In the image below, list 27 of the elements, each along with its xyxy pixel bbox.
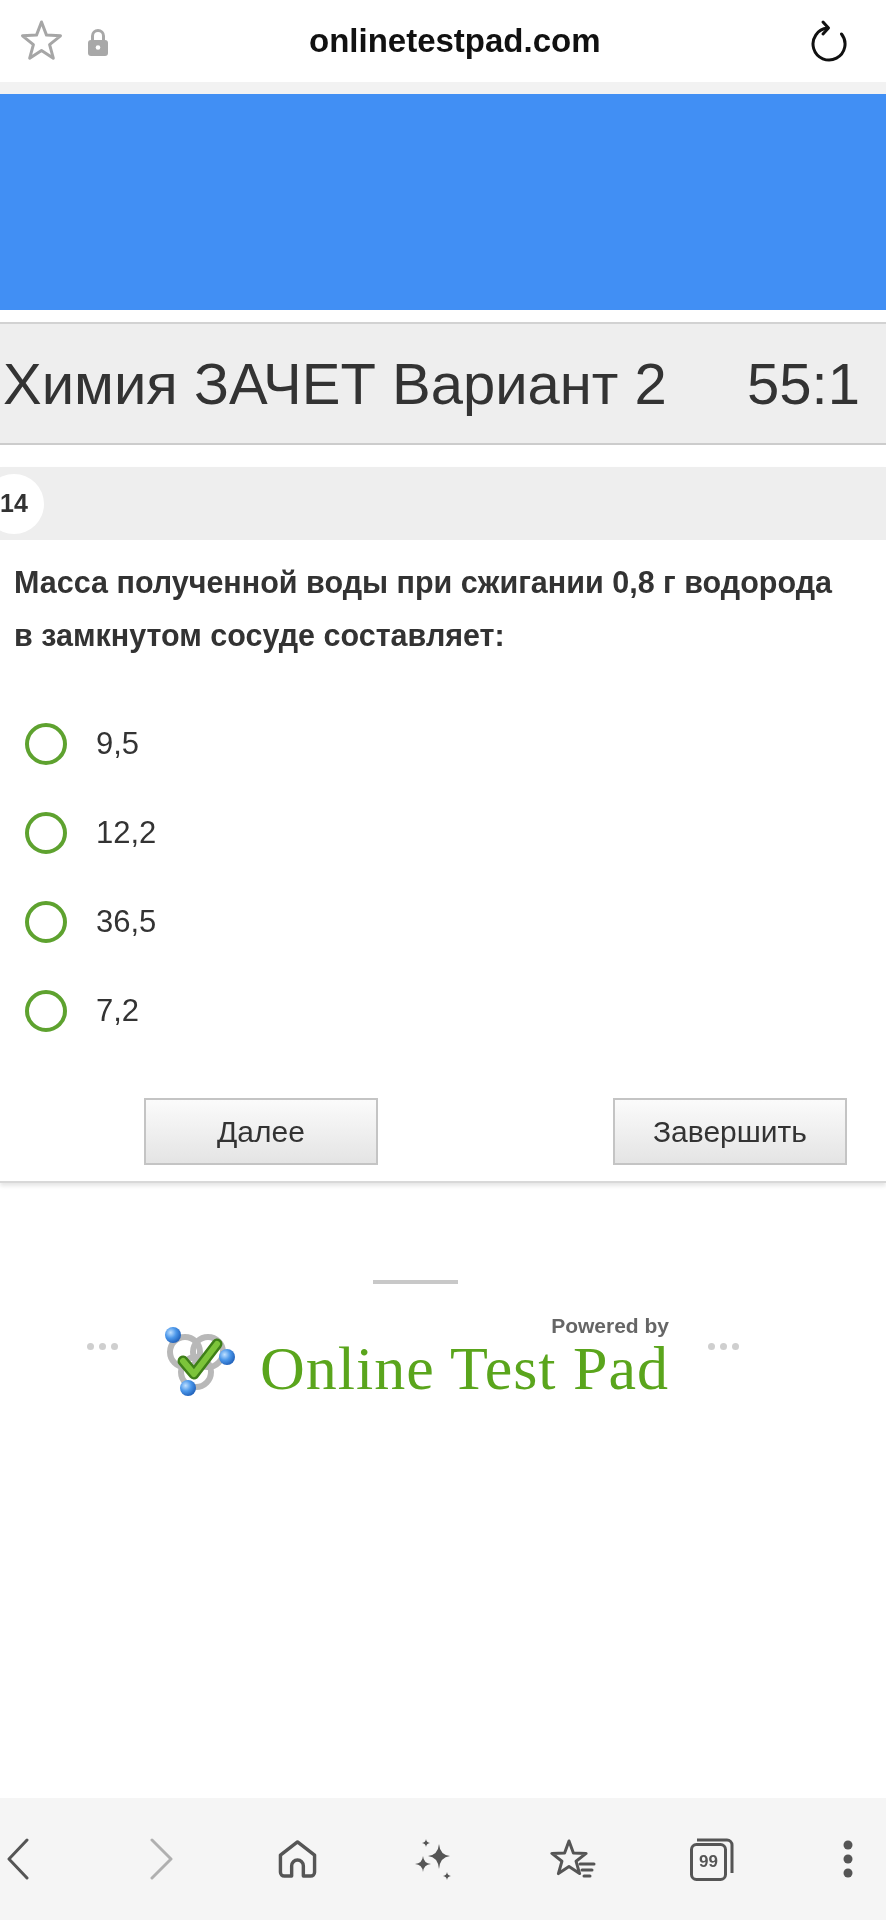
url-text[interactable]: onlinetestpad.com bbox=[309, 22, 601, 60]
test-title: Химия ЗАЧЕТ Вариант 2 bbox=[2, 350, 668, 417]
home-icon[interactable] bbox=[278, 1839, 317, 1879]
finish-button[interactable]: Завершить bbox=[613, 1098, 847, 1165]
answer-option-label[interactable]: 7,2 bbox=[96, 992, 140, 1029]
back-icon[interactable] bbox=[7, 1838, 29, 1880]
ellipsis-icon bbox=[708, 1343, 740, 1350]
answer-option-label[interactable]: 12,2 bbox=[96, 814, 157, 851]
radio-button[interactable] bbox=[25, 811, 67, 854]
tabs-button[interactable]: 99 bbox=[690, 1837, 734, 1881]
reload-icon[interactable] bbox=[809, 19, 849, 63]
lock-icon bbox=[87, 28, 109, 56]
question-number: 14 bbox=[0, 473, 44, 534]
timer-text: 55:1 bbox=[747, 350, 860, 417]
ellipsis-icon bbox=[87, 1343, 118, 1350]
question-text: Масса полученной воды при сжигании 0,8 г водорода в замкнутом сосуде составляет: bbox=[13, 564, 834, 655]
radio-button[interactable] bbox=[25, 989, 67, 1032]
tabs-icon bbox=[690, 1837, 734, 1881]
radio-button[interactable] bbox=[25, 722, 67, 765]
next-button[interactable]: Далее bbox=[144, 1098, 378, 1165]
powered-by-text: Powered by bbox=[551, 1315, 670, 1337]
radio-button[interactable] bbox=[25, 900, 67, 943]
star-list-icon[interactable] bbox=[550, 1837, 596, 1881]
answer-option-label[interactable]: 9,5 bbox=[96, 725, 140, 762]
answer-option-label[interactable]: 36,5 bbox=[96, 903, 157, 940]
bookmark-star-icon[interactable] bbox=[19, 20, 64, 62]
more-icon[interactable] bbox=[843, 1840, 853, 1878]
